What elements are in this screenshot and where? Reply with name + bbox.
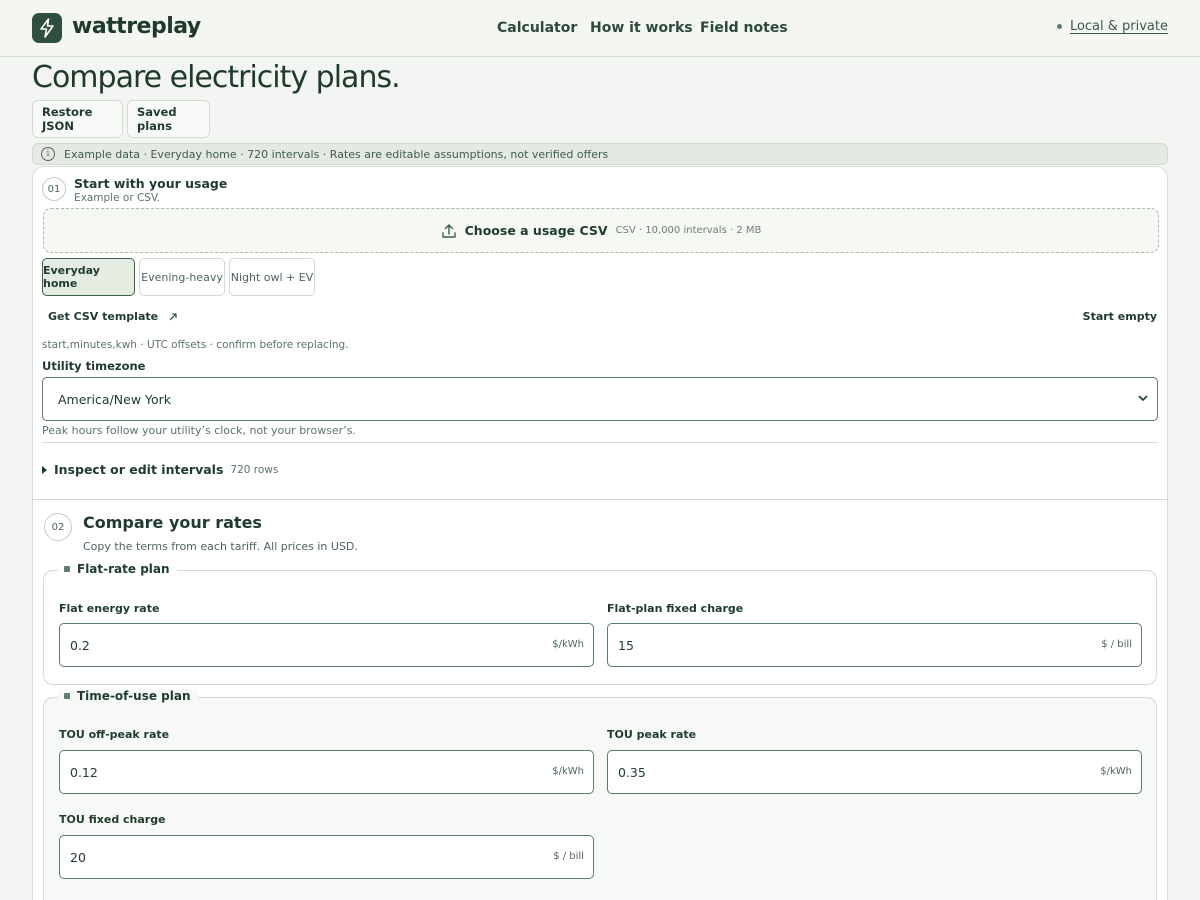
lightning-bolt-icon (40, 18, 54, 38)
legend-square-icon (64, 693, 70, 699)
disclosure-triangle-icon (42, 465, 47, 474)
info-icon: i (41, 147, 55, 161)
timezone-select[interactable]: America/New York (42, 377, 1158, 421)
tou-legend: Time-of-use plan (58, 689, 198, 703)
brand-name[interactable]: wattreplay (72, 14, 201, 39)
tou-offpeak-input[interactable]: 0.12 $/kWh (59, 750, 594, 794)
flat-fixed-charge-value: 15 (618, 637, 634, 653)
preset-everyday-home[interactable]: Everyday home (42, 258, 135, 296)
chevron-down-icon (1138, 395, 1148, 401)
tou-offpeak-unit: $/kWh (552, 766, 584, 777)
start-empty-button[interactable]: Start empty (1083, 310, 1157, 323)
inspect-count: 720 rows (230, 463, 279, 476)
flat-energy-rate-input[interactable]: 0.2 $/kWh (59, 623, 594, 667)
step1-title: Start with your usage (74, 176, 228, 191)
nav-link-how-it-works[interactable]: How it works (590, 20, 693, 36)
tou-offpeak-label: TOU off-peak rate (59, 728, 170, 741)
flat-energy-rate-value: 0.2 (70, 637, 90, 653)
page-title: Compare electricity plans. (32, 60, 401, 95)
timezone-label: Utility timezone (42, 359, 146, 373)
upload-meta: CSV · 10,000 intervals · 2 MB (615, 225, 762, 236)
preset-evening-heavy[interactable]: Evening-heavy (139, 258, 225, 296)
csv-upload-dropzone[interactable]: Choose a usage CSV CSV · 10,000 interval… (43, 208, 1159, 253)
flat-energy-rate-unit: $/kWh (552, 639, 584, 650)
privacy-label: Local & private (1069, 19, 1168, 34)
flat-fixed-charge-unit: $ / bill (1101, 639, 1132, 650)
step2-title: Compare your rates (83, 513, 262, 532)
tou-legend-label: Time-of-use plan (77, 689, 191, 703)
csv-template-label: Get CSV template (48, 310, 159, 323)
divider (42, 442, 1158, 443)
flat-fixed-charge-input[interactable]: 15 $ / bill (607, 623, 1142, 667)
privacy-link[interactable]: Local & private (1056, 19, 1168, 34)
csv-template-link[interactable]: Get CSV template (48, 310, 178, 323)
flat-fixed-charge-label: Flat-plan fixed charge (607, 602, 744, 615)
banner-text: Example data · Everyday home · 720 inter… (64, 147, 609, 161)
tou-fixed-charge-input[interactable]: 20 $ / bill (59, 835, 594, 879)
preset-night-owl-ev[interactable]: Night owl + EV (229, 258, 315, 296)
legend-square-icon (64, 566, 70, 572)
tou-offpeak-value: 0.12 (70, 764, 98, 780)
brand-suffix: . (188, 14, 197, 39)
nav-link-calculator[interactable]: Calculator (497, 20, 577, 36)
tou-fixed-charge-label: TOU fixed charge (59, 813, 166, 826)
step-number-01: 01 (42, 177, 66, 201)
tou-fieldset: Time-of-use plan TOU off-peak rate 0.12 … (43, 689, 1157, 900)
tou-peak-label: TOU peak rate (607, 728, 697, 741)
step2-subtitle: Copy the terms from each tariff. All pri… (83, 540, 358, 553)
flat-energy-rate-label: Flat energy rate (59, 602, 160, 615)
upload-label: Choose a usage CSV (464, 223, 608, 238)
status-dot-icon (1056, 24, 1062, 29)
tou-fixed-charge-value: 20 (70, 849, 86, 865)
section-divider (33, 499, 1167, 500)
saved-plans-button[interactable]: Saved plans (127, 100, 210, 138)
restore-json-button[interactable]: Restore JSON (32, 100, 123, 138)
inspect-intervals-toggle[interactable]: Inspect or edit intervals 720 rows (42, 462, 278, 477)
top-bar: wattreplay . Calculator How it works Fie… (0, 0, 1200, 57)
lightning-logo-icon[interactable] (32, 13, 62, 43)
flat-rate-legend: Flat-rate plan (58, 562, 177, 576)
tou-peak-value: 0.35 (618, 764, 646, 780)
nav-link-field-notes[interactable]: Field notes (700, 20, 788, 36)
timezone-value: America/New York (58, 391, 172, 407)
main-panel: 01 Start with your usage Example or CSV.… (32, 166, 1168, 900)
csv-format-hint: start,minutes,kwh · UTC offsets · confir… (42, 339, 349, 351)
upload-icon (441, 223, 456, 238)
tou-peak-input[interactable]: 0.35 $/kWh (607, 750, 1142, 794)
step-number-02: 02 (44, 513, 72, 541)
example-data-banner: i Example data · Everyday home · 720 int… (32, 143, 1168, 165)
flat-rate-fieldset: Flat-rate plan Flat energy rate 0.2 $/kW… (43, 562, 1157, 685)
flat-rate-legend-label: Flat-rate plan (77, 562, 170, 576)
step1-subtitle: Example or CSV. (74, 192, 161, 204)
tou-fixed-charge-unit: $ / bill (553, 851, 584, 862)
timezone-help: Peak hours follow your utility’s clock, … (42, 424, 356, 437)
external-link-icon (169, 312, 177, 320)
tou-peak-unit: $/kWh (1100, 766, 1132, 777)
inspect-label: Inspect or edit intervals (54, 462, 224, 477)
